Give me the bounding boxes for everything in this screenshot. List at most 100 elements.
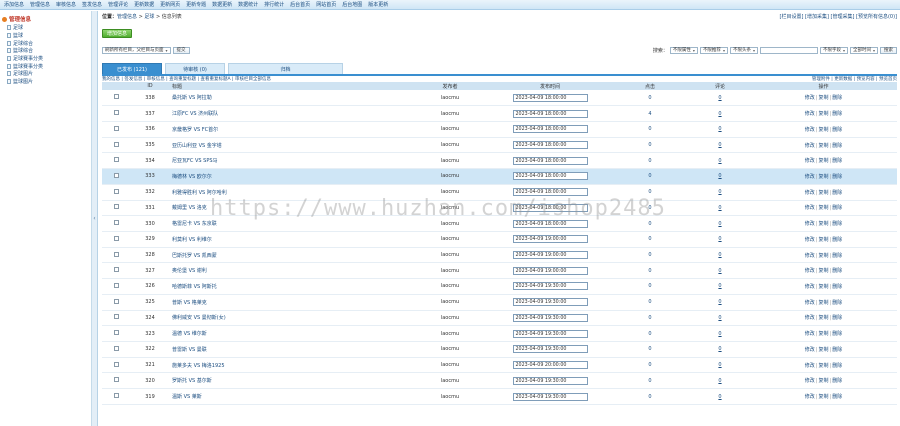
- row-comments-link[interactable]: 0: [718, 346, 721, 352]
- row-comments-link[interactable]: 0: [718, 173, 721, 179]
- row-comments-link[interactable]: 0: [718, 205, 721, 211]
- row-checkbox[interactable]: [113, 282, 119, 288]
- sidebar-item-2[interactable]: 足球综合: [2, 39, 89, 47]
- row-checkbox[interactable]: [113, 172, 119, 178]
- row-comments-link[interactable]: 0: [718, 221, 721, 227]
- quick-links[interactable]: [栏目设置] [增加采集] [管理采集] [预览所有信息(0)]: [780, 13, 897, 20]
- sidebar-item-3[interactable]: 篮球综合: [2, 47, 89, 55]
- row-title-link[interactable]: 罗斯托 VS 基尔斯: [172, 378, 212, 384]
- copy-link[interactable]: 复制: [818, 284, 828, 290]
- delete-link[interactable]: 删除: [832, 237, 842, 243]
- row-time-input[interactable]: 2023-04-09 19:30:00: [512, 329, 588, 338]
- edit-link[interactable]: 修改: [805, 190, 815, 196]
- edit-link[interactable]: 修改: [805, 378, 815, 384]
- table-row[interactable]: 319 温斯 VS 莱斯 laocmu 2023-04-09 19:30:00 0 0 修改…: [102, 389, 897, 405]
- sub-links-right[interactable]: 管理附件 | 更新数据 | 预览内容 | 预览首页: [812, 76, 897, 82]
- add-info-button[interactable]: 增加信息: [102, 29, 133, 38]
- edit-link[interactable]: 修改: [805, 284, 815, 290]
- edit-link[interactable]: 修改: [805, 205, 815, 211]
- copy-link[interactable]: 复制: [818, 253, 828, 259]
- row-comments-link[interactable]: 0: [718, 142, 721, 148]
- edit-link[interactable]: 修改: [805, 127, 815, 133]
- edit-link[interactable]: 修改: [805, 253, 815, 259]
- row-time-input[interactable]: 2023-04-09 19:00:00: [512, 266, 588, 275]
- row-checkbox[interactable]: [113, 361, 119, 367]
- row-title-link[interactable]: 亚历山利亚 VS 金字塔: [172, 143, 222, 149]
- copy-link[interactable]: 复制: [818, 315, 828, 321]
- row-title-link[interactable]: 哈德斯菲 VS 阿斯托: [172, 284, 217, 290]
- row-title-link[interactable]: 利雅得胜利 VS 阿尔哈利: [172, 190, 227, 196]
- delete-link[interactable]: 删除: [832, 394, 842, 400]
- copy-link[interactable]: 复制: [818, 190, 828, 196]
- row-title-link[interactable]: 温斯 VS 莱斯: [172, 394, 202, 400]
- topnav-item-6[interactable]: 更新网页: [160, 1, 180, 8]
- row-time-input[interactable]: 2023-04-09 19:30:00: [512, 376, 588, 385]
- copy-link[interactable]: 复制: [818, 95, 828, 101]
- topnav-item-2[interactable]: 审核信息: [56, 1, 76, 8]
- delete-link[interactable]: 删除: [832, 221, 842, 227]
- copy-link[interactable]: 复制: [818, 378, 828, 384]
- topnav-item-0[interactable]: 添加信息: [4, 1, 24, 8]
- table-row[interactable]: 326 哈德斯菲 VS 阿斯托 laocmu 2023-04-09 19:30:00 0…: [102, 279, 897, 295]
- sidebar-root[interactable]: 管理信息: [2, 15, 89, 23]
- attribute-select[interactable]: 不限属性: [669, 46, 698, 54]
- row-time-input[interactable]: 2023-04-09 19:30:00: [512, 298, 588, 307]
- row-time-input[interactable]: 2023-04-09 20:00:00: [512, 361, 588, 370]
- topnav-item-3[interactable]: 签发信息: [82, 1, 102, 8]
- tab-1[interactable]: 待审核 (0): [165, 63, 225, 74]
- table-row[interactable]: 335 亚历山利亚 VS 金字塔 laocmu 2023-04-09 18:00:00…: [102, 137, 897, 153]
- row-comments-link[interactable]: 0: [718, 299, 721, 305]
- sidebar-toggle[interactable]: ‹: [92, 11, 98, 426]
- row-time-input[interactable]: 2023-04-09 19:30:00: [512, 345, 588, 354]
- row-checkbox[interactable]: [113, 94, 119, 100]
- row-time-input[interactable]: 2023-04-09 19:30:00: [512, 282, 588, 291]
- row-comments-link[interactable]: 0: [718, 189, 721, 195]
- topnav-item-14[interactable]: 版本更新: [368, 1, 388, 8]
- copy-link[interactable]: 复制: [818, 158, 828, 164]
- row-checkbox[interactable]: [113, 393, 119, 399]
- row-comments-link[interactable]: 0: [718, 252, 721, 258]
- table-row[interactable]: 325 普斯 VS 格莱克 laocmu 2023-04-09 19:30:00 0 0 修…: [102, 294, 897, 311]
- edit-link[interactable]: 修改: [805, 158, 815, 164]
- delete-link[interactable]: 删除: [832, 378, 842, 384]
- row-checkbox[interactable]: [113, 110, 119, 116]
- tab-2[interactable]: 归档: [228, 63, 343, 74]
- delete-link[interactable]: 删除: [832, 127, 842, 133]
- table-row[interactable]: 323 温德 VS 维尔斯 laocmu 2023-04-09 19:30:00 0 0 修…: [102, 326, 897, 342]
- row-comments-link[interactable]: 0: [718, 378, 721, 384]
- topnav-item-12[interactable]: 网站首页: [316, 1, 336, 8]
- copy-link[interactable]: 复制: [818, 205, 828, 211]
- copy-link[interactable]: 复制: [818, 331, 828, 337]
- edit-link[interactable]: 修改: [805, 347, 815, 353]
- row-checkbox[interactable]: [113, 204, 119, 210]
- row-time-input[interactable]: 2023-04-09 18:00:00: [512, 188, 588, 197]
- topnav-item-9[interactable]: 数据统计: [238, 1, 258, 8]
- row-title-link[interactable]: 普斯 VS 格莱克: [172, 300, 207, 306]
- topnav-item-11[interactable]: 后台首页: [290, 1, 310, 8]
- table-row[interactable]: 334 尼亚瓦FC VS SPS马 laocmu 2023-04-09 18:00:0…: [102, 153, 897, 169]
- edit-link[interactable]: 修改: [805, 221, 815, 227]
- copy-link[interactable]: 复制: [818, 268, 828, 274]
- row-time-input[interactable]: 2023-04-09 18:00:00: [512, 93, 588, 102]
- topnav-item-5[interactable]: 更新数据: [134, 1, 154, 8]
- row-comments-link[interactable]: 0: [718, 268, 721, 274]
- row-title-link[interactable]: 江原FC VS 济州联队: [172, 111, 218, 117]
- headline-select[interactable]: 不限头条: [729, 46, 758, 54]
- edit-link[interactable]: 修改: [805, 300, 815, 306]
- sidebar-item-5[interactable]: 篮球赛事分类: [2, 62, 89, 70]
- row-comments-link[interactable]: 0: [718, 95, 721, 101]
- row-title-link[interactable]: 普雷斯 VS 曼联: [172, 347, 207, 353]
- table-row[interactable]: 324 佛利威安 VS 曼彻斯(女) laocmu 2023-04-09 19:30:…: [102, 310, 897, 326]
- topnav-item-7[interactable]: 更新专题: [186, 1, 206, 8]
- table-row[interactable]: 320 罗斯托 VS 基尔斯 laocmu 2023-04-09 19:30:00 0 0…: [102, 373, 897, 389]
- row-checkbox[interactable]: [113, 314, 119, 320]
- row-time-input[interactable]: 2023-04-09 18:00:00: [512, 156, 588, 165]
- copy-link[interactable]: 复制: [818, 174, 828, 180]
- recommend-select[interactable]: 不限推荐: [699, 46, 728, 54]
- row-checkbox[interactable]: [113, 141, 119, 147]
- copy-link[interactable]: 复制: [818, 127, 828, 133]
- delete-link[interactable]: 删除: [832, 268, 842, 274]
- table-row[interactable]: 329 利莫利 VS 利维尔 laocmu 2023-04-09 19:00:00 0 0…: [102, 231, 897, 248]
- row-checkbox[interactable]: [113, 267, 119, 273]
- edit-link[interactable]: 修改: [805, 331, 815, 337]
